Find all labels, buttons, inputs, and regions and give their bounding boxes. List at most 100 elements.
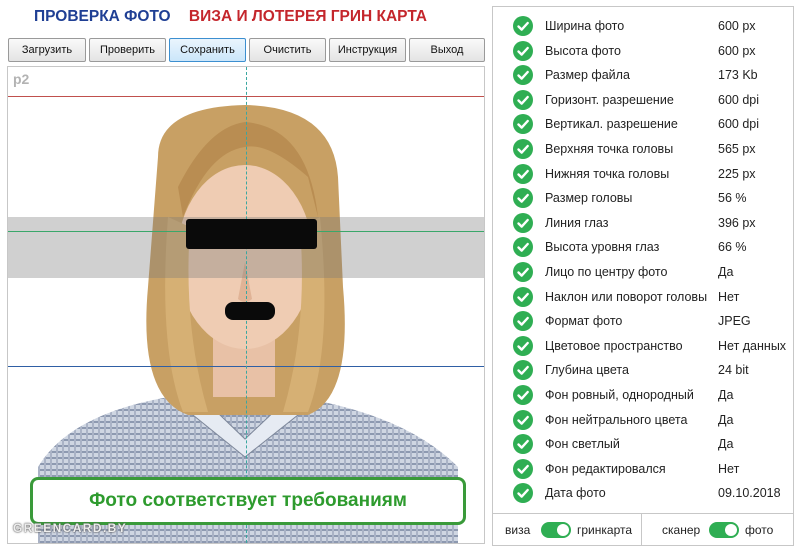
- result-label: Высота фото: [545, 43, 621, 58]
- photo-label: фото: [745, 523, 774, 537]
- result-label: Фон светлый: [545, 437, 620, 452]
- result-value: JPEG: [718, 314, 751, 329]
- result-value: 600 dpi: [718, 92, 760, 107]
- instructions-button[interactable]: Инструкция: [329, 38, 406, 62]
- toggle-divider: [641, 514, 642, 545]
- result-row: Вертикал. разрешение 600 dpi: [493, 112, 793, 136]
- result-value: 56 %: [718, 191, 747, 206]
- result-value: Да: [718, 437, 734, 452]
- check-icon: [513, 311, 533, 332]
- check-icon: [513, 409, 533, 430]
- result-value: 66 %: [718, 240, 747, 255]
- result-label: Глубина цвета: [545, 363, 629, 378]
- check-icon: [513, 237, 533, 258]
- result-value: Да: [718, 265, 734, 279]
- check-icon: [513, 139, 533, 159]
- result-value: 600 px: [718, 19, 756, 33]
- result-label: Ширина фото: [545, 19, 625, 33]
- scanner-photo-toggle[interactable]: [709, 522, 739, 538]
- watermark: GREENCARD.BY: [13, 521, 128, 535]
- result-row: Горизонт. разрешение 600 dpi: [493, 88, 793, 112]
- result-label: Высота уровня глаз: [545, 240, 660, 255]
- load-button[interactable]: Загрузить: [8, 38, 86, 62]
- result-label: Дата фото: [545, 486, 606, 501]
- profile-label: p2: [13, 71, 30, 87]
- result-value: 565 px: [718, 142, 756, 156]
- result-row: Размер файла 173 Kb: [493, 63, 793, 87]
- result-label: Цветовое пространство: [545, 338, 683, 353]
- eyes-censor-bar: [186, 219, 317, 249]
- check-icon: [513, 385, 533, 405]
- result-value: 396 px: [718, 215, 756, 230]
- check-icon: [513, 212, 533, 233]
- title-part-check-photo: ПРОВЕРКА ФОТО: [34, 8, 171, 25]
- check-icon: [513, 89, 533, 110]
- check-icon: [513, 65, 533, 86]
- result-value: Нет: [718, 461, 740, 476]
- check-icon: [513, 483, 533, 504]
- result-label: Формат фото: [545, 314, 623, 329]
- result-row: Фон нейтрального цвета Да: [493, 408, 793, 432]
- photo-preview: p2 Фото соответствует требованиям: [7, 66, 485, 544]
- visa-greencard-toggle[interactable]: [541, 522, 571, 538]
- check-icon: [513, 360, 533, 381]
- mode-toggles-bar: виза гринкарта сканер фото: [493, 513, 793, 545]
- check-icon: [513, 40, 533, 61]
- result-row: Высота уровня глаз 66 %: [493, 235, 793, 259]
- result-value: 600 dpi: [718, 117, 760, 132]
- result-label: Горизонт. разрешение: [545, 92, 674, 107]
- result-row: Нижняя точка головы 225 px: [493, 162, 793, 186]
- result-value: Да: [718, 388, 734, 402]
- result-value: 600 px: [718, 43, 756, 58]
- results-panel: Ширина фото 600 px Высота фото 600 px Размер…: [492, 6, 794, 546]
- result-row: Фон ровный, однородный Да: [493, 383, 793, 407]
- result-value: Да: [718, 412, 734, 427]
- check-icon: [513, 262, 533, 282]
- result-label: Вертикал. разрешение: [545, 117, 678, 132]
- clear-button[interactable]: Очистить: [249, 38, 326, 62]
- app-title: ПРОВЕРКА ФОТО ВИЗА И ЛОТЕРЕЯ ГРИН КАРТА: [34, 8, 427, 26]
- check-icon: [513, 434, 533, 455]
- result-label: Фон редактировался: [545, 461, 666, 476]
- result-value: 24 bit: [718, 363, 749, 378]
- result-row: Дата фото 09.10.2018: [493, 481, 793, 505]
- result-label: Линия глаз: [545, 215, 609, 230]
- exit-button[interactable]: Выход: [409, 38, 485, 62]
- check-icon: [513, 458, 533, 479]
- result-row: Линия глаз 396 px: [493, 211, 793, 235]
- result-row: Формат фото JPEG: [493, 309, 793, 333]
- result-label: Фон нейтрального цвета: [545, 412, 688, 427]
- mouth-censor-bar: [225, 302, 275, 320]
- check-icon: [513, 286, 533, 307]
- result-row: Ширина фото 600 px: [493, 14, 793, 38]
- result-value: 225 px: [718, 166, 756, 181]
- result-label: Верхняя точка головы: [545, 142, 674, 156]
- check-icon: [513, 114, 533, 135]
- result-row: Цветовое пространство Нет данных: [493, 334, 793, 358]
- greencard-label: гринкарта: [577, 523, 633, 537]
- result-label: Фон ровный, однородный: [545, 388, 694, 402]
- result-row: Глубина цвета 24 bit: [493, 358, 793, 382]
- visa-label: виза: [505, 523, 531, 537]
- result-value: 173 Kb: [718, 68, 758, 83]
- result-row: Фон редактировался Нет: [493, 457, 793, 481]
- check-icon: [513, 188, 533, 209]
- result-value: Нет данных: [718, 338, 787, 353]
- result-row: Размер головы 56 %: [493, 186, 793, 210]
- result-row: Высота фото 600 px: [493, 39, 793, 63]
- scanner-label: сканер: [662, 523, 701, 537]
- result-label: Лицо по центру фото: [545, 265, 668, 279]
- result-label: Нижняя точка головы: [545, 166, 670, 181]
- result-value: 09.10.2018: [718, 486, 781, 501]
- result-row: Лицо по центру фото Да: [493, 260, 793, 284]
- save-button[interactable]: Сохранить: [169, 38, 246, 62]
- result-label: Размер головы: [545, 191, 633, 206]
- status-message: Фото соответствует требованиям: [30, 477, 466, 525]
- result-row: Фон светлый Да: [493, 432, 793, 456]
- title-part-visa-lottery: ВИЗА И ЛОТЕРЕЯ ГРИН КАРТА: [188, 8, 427, 25]
- result-label: Размер файла: [545, 68, 630, 83]
- check-button[interactable]: Проверить: [89, 38, 166, 62]
- check-icon: [513, 163, 533, 184]
- check-icon: [513, 335, 533, 356]
- result-label: Наклон или поворот головы: [545, 289, 708, 304]
